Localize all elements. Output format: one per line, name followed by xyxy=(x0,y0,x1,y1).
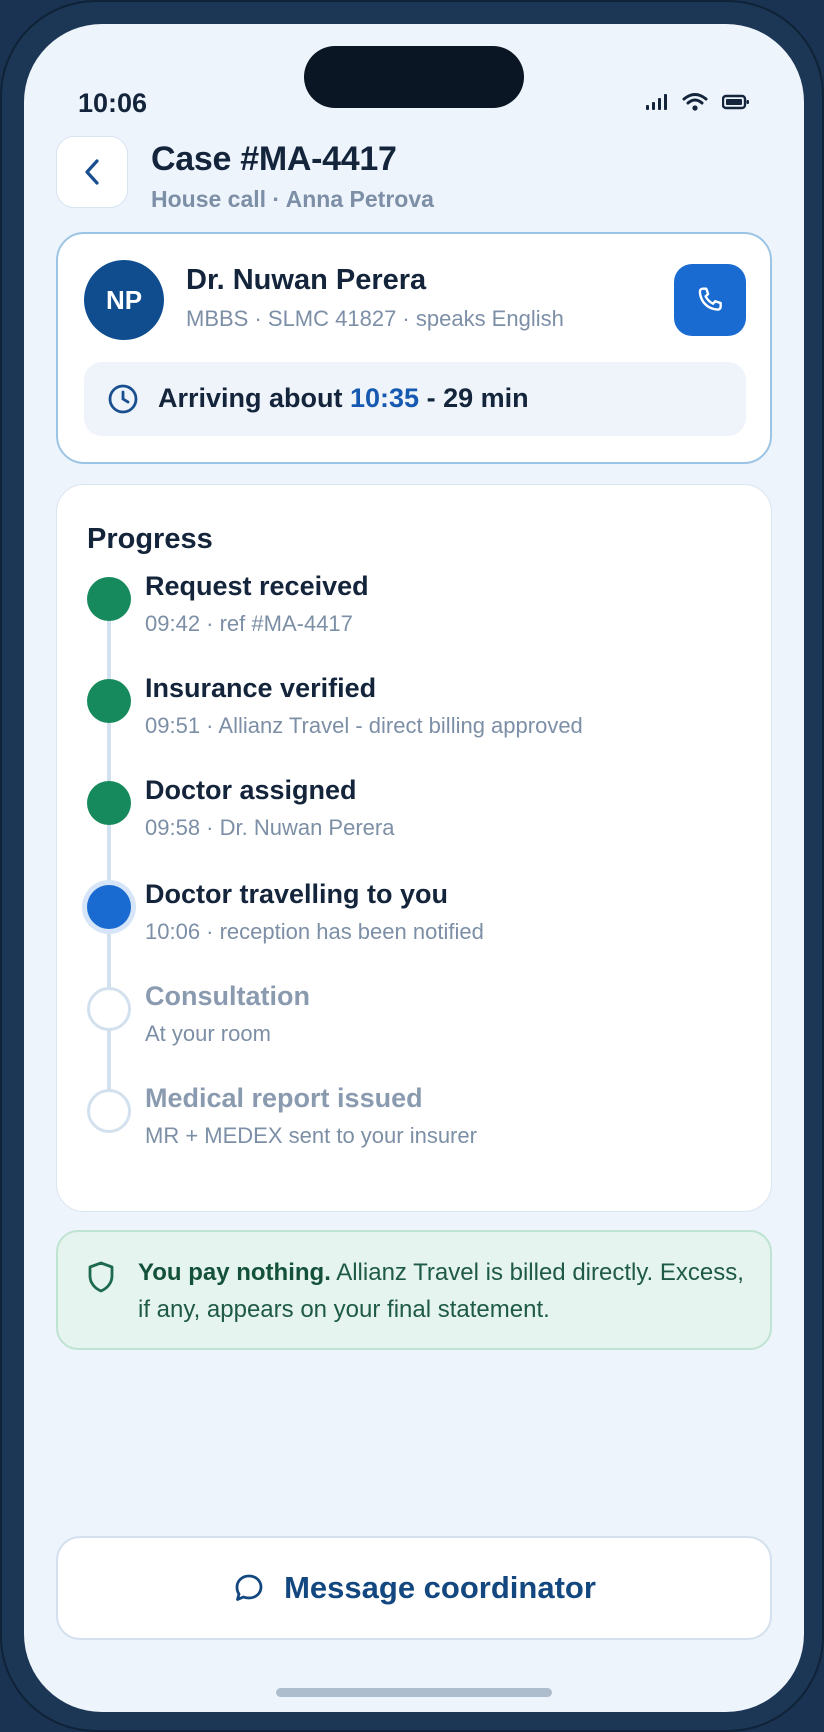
payment-notice-strong: You pay nothing. xyxy=(138,1259,331,1286)
phone-icon xyxy=(698,287,722,311)
header: Case #MA-4417 House call · Anna Petrova xyxy=(56,136,772,212)
eta-time: 10:35 xyxy=(350,383,420,413)
timeline-step-insurance-verified: Insurance verified 09:51 · Allianz Trave… xyxy=(87,673,747,769)
status-icons xyxy=(646,92,750,112)
progress-card: Progress Request received 09:42 · ref #M… xyxy=(56,484,772,1212)
payment-notice: You pay nothing. Allianz Travel is bille… xyxy=(56,1230,772,1350)
phone-frame: 10:06 Case #MA-4417 House call · Anna Pe… xyxy=(0,0,824,1732)
step-done-dot xyxy=(87,781,131,825)
step-title: Insurance verified xyxy=(145,673,377,703)
step-title: Doctor assigned xyxy=(145,775,357,805)
doctor-name: Dr. Nuwan Perera xyxy=(186,264,427,296)
clock-icon xyxy=(108,384,138,414)
doctor-credentials: MBBS · SLMC 41827 · speaks English xyxy=(186,306,564,331)
avatar: NP xyxy=(84,260,164,340)
case-title: Case #MA-4417 xyxy=(151,140,397,178)
step-pending-dot xyxy=(87,987,131,1031)
battery-icon xyxy=(722,94,749,110)
wifi-icon xyxy=(682,93,708,111)
dynamic-island xyxy=(304,46,524,108)
screen: 10:06 Case #MA-4417 House call · Anna Pe… xyxy=(24,24,804,1712)
step-done-dot xyxy=(87,577,131,621)
timeline-step-doctor-assigned: Doctor assigned 09:58 · Dr. Nuwan Perera xyxy=(87,775,747,871)
step-pending-dot xyxy=(87,1089,131,1133)
eta-prefix: Arriving about xyxy=(158,383,351,413)
step-subtitle: 09:42 · ref #MA-4417 xyxy=(145,611,353,636)
timeline-step-request-received: Request received 09:42 · ref #MA-4417 xyxy=(87,571,747,667)
step-title: Request received xyxy=(145,571,369,601)
signal-icon xyxy=(646,94,667,110)
step-title: Doctor travelling to you xyxy=(145,879,449,909)
timeline-step-medical-report: Medical report issued MR + MEDEX sent to… xyxy=(87,1083,747,1179)
step-subtitle: 09:58 · Dr. Nuwan Perera xyxy=(145,815,395,840)
eta-banner: Arriving about 10:35 - 29 min xyxy=(84,362,746,436)
home-indicator[interactable] xyxy=(276,1688,552,1697)
case-subtitle: House call · Anna Petrova xyxy=(151,186,434,212)
timeline-step-consultation: Consultation At your room xyxy=(87,981,747,1077)
message-coordinator-button[interactable]: Message coordinator xyxy=(56,1536,772,1640)
message-coordinator-label: Message coordinator xyxy=(284,1570,596,1605)
payment-notice-text: You pay nothing. Allianz Travel is bille… xyxy=(138,1254,748,1328)
chat-bubble-icon xyxy=(235,1574,263,1601)
step-title: Consultation xyxy=(145,981,310,1011)
step-done-dot xyxy=(87,679,131,723)
progress-title: Progress xyxy=(87,523,213,555)
eta-text: Arriving about 10:35 - 29 min xyxy=(158,383,529,414)
shield-icon xyxy=(88,1261,114,1293)
step-subtitle: MR + MEDEX sent to your insurer xyxy=(145,1123,477,1148)
step-subtitle: At your room xyxy=(145,1021,271,1046)
timeline-step-doctor-travelling: Doctor travelling to you 10:06 · recepti… xyxy=(87,879,747,975)
step-active-dot xyxy=(87,885,131,929)
status-time: 10:06 xyxy=(78,88,148,118)
step-subtitle: 09:51 · Allianz Travel - direct billing … xyxy=(145,713,583,738)
call-button[interactable] xyxy=(674,264,746,336)
back-button[interactable] xyxy=(56,136,128,208)
step-title: Medical report issued xyxy=(145,1083,423,1113)
doctor-card: NP Dr. Nuwan Perera MBBS · SLMC 41827 · … xyxy=(56,232,772,464)
eta-suffix: - 29 min xyxy=(419,383,529,413)
step-subtitle: 10:06 · reception has been notified xyxy=(145,919,484,944)
chevron-left-icon xyxy=(85,159,99,185)
